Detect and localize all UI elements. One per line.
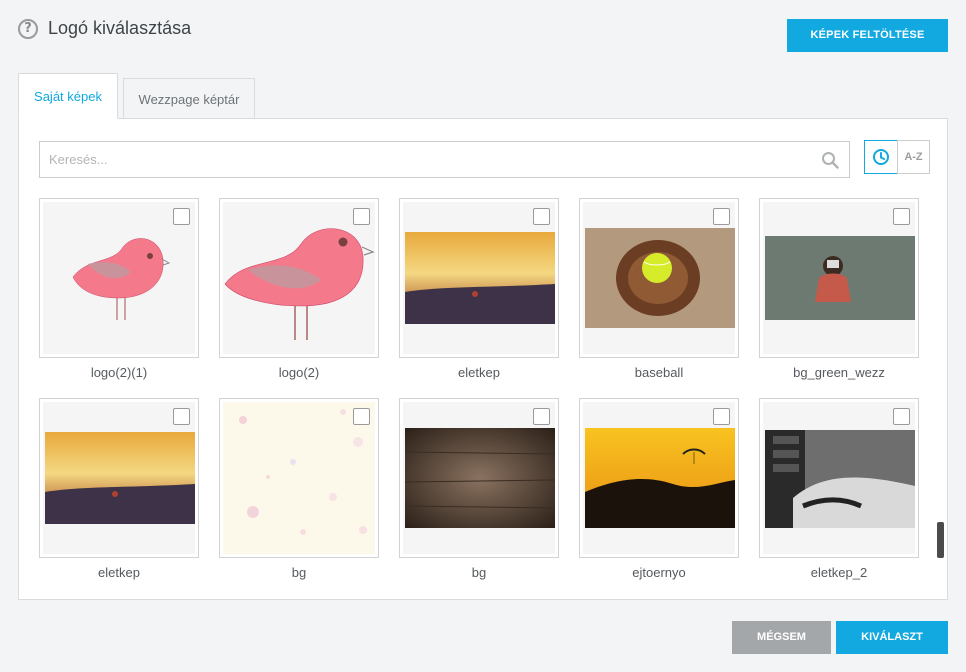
image-card[interactable] [759,198,919,358]
image-card[interactable] [399,398,559,558]
image-thumbnail [43,202,195,354]
image-thumbnail [223,202,375,354]
image-checkbox[interactable] [173,208,190,225]
image-checkbox[interactable] [533,408,550,425]
image-label: ejtoernyo [632,565,686,580]
image-checkbox[interactable] [533,208,550,225]
image-thumbnail [403,402,555,554]
search-icon[interactable] [821,151,839,169]
image-card[interactable] [399,198,559,358]
image-thumbnail [223,402,375,554]
upload-images-button[interactable]: KÉPEK FELTÖLTÉSE [787,19,948,52]
image-card[interactable] [219,198,379,358]
cancel-button[interactable]: MÉGSEM [732,621,831,654]
images-panel: A-Z logo(2)(1) [18,118,948,600]
image-label: bg [471,565,487,580]
scrollbar-thumb[interactable] [937,522,944,558]
tab-image-library[interactable]: Wezzpage képtár [123,78,255,119]
image-label: logo(2)(1) [90,365,148,380]
image-thumbnail [403,202,555,354]
select-button[interactable]: KIVÁLASZT [836,621,948,654]
image-label: bg_green_wezz [793,365,885,380]
clock-icon [873,149,889,165]
image-card[interactable] [579,398,739,558]
search-input[interactable] [40,142,810,177]
image-label: eletkep [98,565,140,580]
search-box [39,141,850,178]
image-label: logo(2) [278,365,320,380]
image-card[interactable] [759,398,919,558]
dialog-title: Logó kiválasztása [48,18,192,38]
help-icon[interactable]: ? [18,19,38,39]
image-checkbox[interactable] [893,408,910,425]
image-thumbnail [583,202,735,354]
image-checkbox[interactable] [893,208,910,225]
image-card[interactable] [579,198,739,358]
image-thumbnail [763,402,915,554]
image-label: eletkep [458,365,500,380]
image-thumbnail [43,402,195,554]
image-card[interactable] [219,398,379,558]
tab-own-images[interactable]: Saját képek [18,73,118,119]
image-checkbox[interactable] [353,208,370,225]
image-label: bg [291,565,307,580]
image-card[interactable] [39,198,199,358]
image-checkbox[interactable] [713,208,730,225]
image-label: eletkep_2 [810,565,868,580]
image-checkbox[interactable] [173,408,190,425]
image-thumbnail [583,402,735,554]
image-checkbox[interactable] [353,408,370,425]
image-thumbnail [763,202,915,354]
sort-by-date-button[interactable] [864,140,898,174]
image-checkbox[interactable] [713,408,730,425]
image-card[interactable] [39,398,199,558]
image-label: baseball [634,365,684,380]
sort-alphabetical-button[interactable]: A-Z [897,140,930,174]
